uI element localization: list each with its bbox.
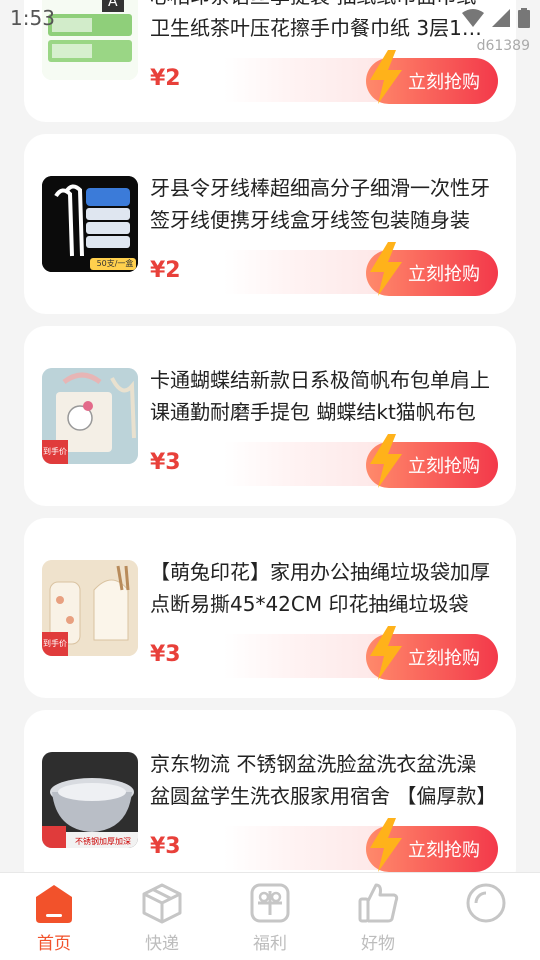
tab-welfare[interactable]: 福利 bbox=[216, 873, 324, 960]
lightning-icon bbox=[370, 50, 402, 104]
battery-icon bbox=[518, 8, 530, 28]
buy-now-button[interactable]: 立刻抢购 bbox=[366, 50, 498, 104]
product-price: ¥2 bbox=[150, 66, 181, 91]
lightning-icon bbox=[370, 434, 402, 488]
bottom-tab-bar: 首页 快递 福利 好物 bbox=[0, 872, 540, 960]
buy-now-label: 立刻抢购 bbox=[408, 648, 480, 669]
product-thumbnail[interactable]: 到手价 bbox=[42, 368, 138, 464]
thumbs-up-icon bbox=[358, 883, 399, 923]
product-feed[interactable]: A 心相印茶语丝享提装 抽纸纸巾面巾纸卫生纸茶叶压花擦手巾餐巾纸 3层100抽 … bbox=[0, 0, 540, 872]
signal-icon bbox=[492, 9, 510, 27]
profile-icon bbox=[466, 883, 506, 923]
product-card[interactable]: 到手价 卡通蝴蝶结新款日系极简帆布包单肩上课通勤耐磨手提包 蝴蝶结kt猫帆布包 … bbox=[24, 326, 516, 506]
wifi-icon bbox=[462, 9, 484, 27]
product-price: ¥3 bbox=[150, 834, 181, 859]
tab-goods[interactable]: 好物 bbox=[324, 873, 432, 960]
status-time: 1:53 bbox=[10, 6, 55, 30]
product-price: ¥3 bbox=[150, 450, 181, 475]
thumbnail-caption: 不锈钢加厚加深 bbox=[75, 837, 131, 846]
home-icon bbox=[36, 885, 72, 923]
buy-now-button[interactable]: 立刻抢购 bbox=[366, 626, 498, 680]
buy-now-button[interactable]: 立刻抢购 bbox=[366, 434, 498, 488]
lightning-icon bbox=[370, 818, 402, 872]
product-price: ¥2 bbox=[150, 258, 181, 283]
buy-now-label: 立刻抢购 bbox=[408, 456, 480, 477]
gift-icon bbox=[250, 883, 290, 923]
tab-express[interactable]: 快递 bbox=[108, 873, 216, 960]
buy-now-label: 立刻抢购 bbox=[408, 72, 480, 93]
lightning-icon bbox=[370, 626, 402, 680]
product-card[interactable]: 到手价 【萌兔印花】家用办公抽绳垃圾袋加厚点断易撕45*42CM 印花抽绳垃圾袋… bbox=[24, 518, 516, 698]
thumbnail-caption: 50支/一盒 bbox=[96, 259, 134, 268]
buy-now-label: 立刻抢购 bbox=[408, 840, 480, 861]
product-card[interactable]: 不锈钢加厚加深 京东物流 不锈钢盆洗脸盆洗衣盆洗澡盆圆盆学生洗衣服家用宿舍 【偏… bbox=[24, 710, 516, 872]
product-title[interactable]: 京东物流 不锈钢盆洗脸盆洗衣盆洗澡盆圆盆学生洗衣服家用宿舍 【偏厚款】 bbox=[150, 748, 490, 812]
lightning-icon bbox=[370, 242, 402, 296]
buy-now-label: 立刻抢购 bbox=[408, 264, 480, 285]
tab-profile[interactable] bbox=[432, 873, 540, 960]
thumbnail-caption: 到手价 bbox=[43, 447, 67, 456]
product-thumbnail[interactable]: 50支/一盒 bbox=[42, 176, 138, 272]
product-title[interactable]: 卡通蝴蝶结新款日系极简帆布包单肩上课通勤耐磨手提包 蝴蝶结kt猫帆布包 bbox=[150, 364, 490, 428]
product-card[interactable]: 50支/一盒 牙县令牙线棒超细高分子细滑一次性牙签牙线便携牙线盒牙线签包装随身装… bbox=[24, 134, 516, 314]
tab-label: 首页 bbox=[37, 934, 71, 954]
product-thumbnail[interactable]: 不锈钢加厚加深 bbox=[42, 752, 138, 848]
buy-now-button[interactable]: 立刻抢购 bbox=[366, 818, 498, 872]
buy-now-button[interactable]: 立刻抢购 bbox=[366, 242, 498, 296]
device-id: d61389 bbox=[476, 38, 530, 54]
product-price: ¥3 bbox=[150, 642, 181, 667]
status-icons bbox=[462, 8, 530, 28]
tab-label: 好物 bbox=[361, 934, 395, 954]
thumbnail-caption: 到手价 bbox=[43, 639, 67, 648]
status-bar: 1:53 bbox=[0, 0, 540, 36]
product-title[interactable]: 【萌兔印花】家用办公抽绳垃圾袋加厚点断易撕45*42CM 印花抽绳垃圾袋 bbox=[150, 556, 490, 620]
package-icon bbox=[142, 883, 182, 924]
product-title[interactable]: 牙县令牙线棒超细高分子细滑一次性牙签牙线便携牙线盒牙线签包装随身装 bbox=[150, 172, 490, 236]
tab-label: 福利 bbox=[253, 934, 287, 954]
tab-home[interactable]: 首页 bbox=[0, 873, 108, 960]
product-thumbnail[interactable]: 到手价 bbox=[42, 560, 138, 656]
tab-label: 快递 bbox=[145, 934, 179, 954]
